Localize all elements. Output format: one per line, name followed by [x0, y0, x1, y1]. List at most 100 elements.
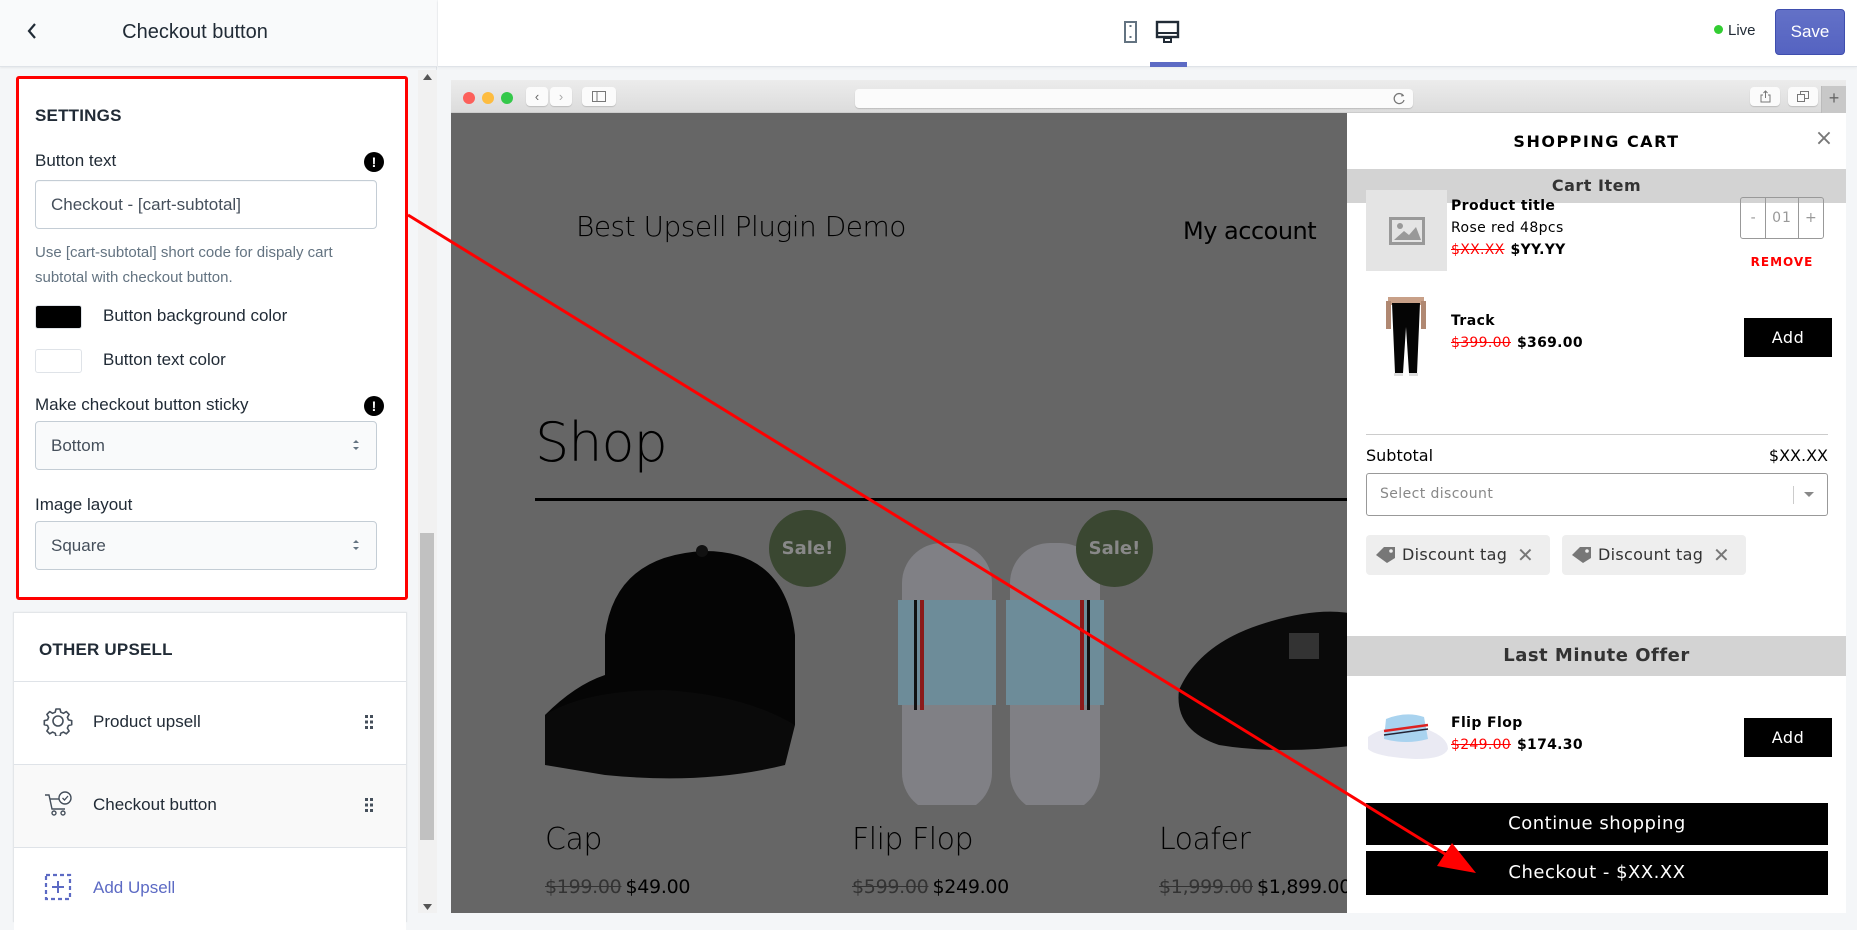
sticky-label: Make checkout button sticky [35, 395, 249, 414]
sale-price: $174.30 [1517, 737, 1583, 753]
share-icon [1760, 90, 1770, 103]
product-title[interactable]: Cap [545, 822, 602, 857]
chevron-right-icon: › [558, 89, 564, 104]
share-button[interactable] [1750, 87, 1780, 106]
sticky-select[interactable]: Bottom [35, 421, 377, 470]
my-account-link[interactable]: My account [1183, 217, 1317, 245]
image-icon [1389, 217, 1425, 245]
browser-back-button[interactable]: ‹ [526, 87, 548, 106]
info-icon[interactable]: ! [364, 152, 384, 172]
sale-badge: Sale! [1076, 510, 1153, 587]
product-price: $1,999.00 $1,899.00 [1159, 876, 1351, 898]
reload-icon[interactable] [1393, 92, 1406, 105]
qty-input[interactable]: 01 [1765, 198, 1799, 238]
minimize-window-icon[interactable] [482, 92, 494, 104]
text-color-label: Button text color [103, 350, 226, 369]
subtotal-label: Subtotal [1366, 446, 1434, 465]
remove-tag-icon[interactable]: ✕ [1713, 535, 1730, 575]
new-tab-button[interactable]: + [1821, 86, 1846, 113]
scrollbar-thumb[interactable] [420, 533, 434, 840]
remove-tag-icon[interactable]: ✕ [1517, 535, 1534, 575]
sale-price: $49.00 [625, 876, 691, 898]
button-text-input[interactable]: Checkout - [cart-subtotal] [35, 180, 377, 229]
scroll-down-icon[interactable] [423, 904, 432, 910]
product-price: $199.00 $49.00 [545, 876, 690, 898]
discount-tag: Discount tag ✕ [1562, 535, 1746, 575]
product-image-placeholder [1366, 190, 1447, 271]
last-minute-offer-header: Last Minute Offer [1347, 636, 1846, 676]
sale-badge: Sale! [769, 510, 846, 587]
heading-divider [535, 498, 1347, 501]
live-dot-icon [1714, 25, 1723, 34]
sidebar-scrollbar[interactable] [418, 70, 437, 913]
checkout-button[interactable]: Checkout - $XX.XX [1366, 851, 1828, 895]
old-price: $599.00 [852, 876, 929, 898]
cart-item-name: Track [1451, 313, 1495, 329]
settings-heading: SETTINGS [35, 106, 122, 125]
tabs-button[interactable] [1788, 87, 1818, 106]
product-title[interactable]: Loafer [1159, 822, 1251, 857]
text-color-swatch[interactable] [35, 349, 82, 373]
upsell-item-product-upsell[interactable]: Product upsell [14, 681, 406, 764]
discount-select[interactable]: Select discount [1366, 473, 1828, 516]
mobile-view-button[interactable] [1118, 20, 1144, 46]
active-device-indicator [1150, 62, 1187, 67]
select-separator [1793, 486, 1794, 504]
maximize-window-icon[interactable] [501, 92, 513, 104]
address-bar[interactable] [855, 89, 1413, 108]
drag-handle-icon[interactable] [364, 714, 374, 730]
button-text-label: Button text [35, 151, 117, 170]
gear-icon [43, 708, 73, 736]
sidebar-icon [592, 91, 606, 102]
close-window-icon[interactable] [463, 92, 475, 104]
chevron-left-icon: ‹ [534, 89, 540, 104]
other-upsell-heading: OTHER UPSELL [39, 640, 173, 659]
upsell-item-label: Checkout button [93, 795, 217, 814]
cart-item-price: $XX.XX $YY.YY [1451, 242, 1566, 258]
bg-color-swatch[interactable] [35, 305, 82, 329]
old-price: $1,999.00 [1159, 876, 1253, 898]
subtotal-value: $XX.XX [1768, 446, 1828, 465]
browser-forward-button[interactable]: › [550, 87, 572, 106]
scroll-up-icon[interactable] [423, 74, 432, 80]
upsell-item-label: Product upsell [93, 712, 201, 731]
drag-handle-icon[interactable] [364, 797, 374, 813]
upsell-item-checkout-button[interactable]: Checkout button [14, 764, 406, 847]
qty-decrease-button[interactable]: - [1741, 198, 1765, 238]
close-icon[interactable]: × [1813, 128, 1835, 150]
cart-drawer: SHOPPING CART × Cart Item Product title … [1347, 113, 1846, 913]
image-layout-select-value: Square [51, 536, 106, 555]
help-text: Use [cart-subtotal] short code for dispa… [35, 244, 333, 286]
shop-heading: Shop [535, 411, 668, 474]
subtotal-divider [1366, 434, 1828, 435]
add-upsell-button[interactable]: Add Upsell [14, 847, 406, 930]
other-upsell-card: OTHER UPSELL Product upsell Checkout but… [13, 612, 407, 930]
add-track-button[interactable]: Add [1744, 318, 1832, 357]
plus-icon: + [1828, 88, 1840, 108]
flip-flop-image [1368, 714, 1448, 759]
qty-increase-button[interactable]: + [1799, 198, 1823, 238]
continue-shopping-button[interactable]: Continue shopping [1366, 803, 1828, 845]
storefront: Best Upsell Plugin Demo My account Shop … [451, 113, 1359, 913]
discount-tag-label: Discount tag [1402, 545, 1508, 564]
sidebar-toggle-button[interactable] [582, 87, 616, 106]
quantity-stepper: - 01 + [1740, 197, 1824, 239]
save-button[interactable]: Save [1775, 9, 1845, 55]
desktop-icon [1155, 20, 1180, 43]
add-offer-button[interactable]: Add [1744, 718, 1832, 757]
browser-preview: ‹ › + Best Upsell Plugin Demo My account… [451, 80, 1846, 913]
mobile-icon [1124, 21, 1137, 43]
remove-button[interactable]: REMOVE [1740, 255, 1824, 269]
image-layout-label: Image layout [35, 495, 133, 514]
product-title[interactable]: Flip Flop [852, 822, 974, 857]
bg-color-label: Button background color [103, 306, 288, 325]
track-pants-image [1386, 297, 1426, 376]
product-price: $599.00 $249.00 [852, 876, 1009, 898]
info-icon[interactable]: ! [364, 396, 384, 416]
site-title[interactable]: Best Upsell Plugin Demo [576, 210, 906, 243]
cart-check-icon [45, 791, 72, 816]
tag-icon [1376, 547, 1395, 563]
image-layout-select[interactable]: Square [35, 521, 377, 570]
old-price: $XX.XX [1451, 242, 1505, 258]
desktop-view-button[interactable] [1155, 20, 1181, 46]
